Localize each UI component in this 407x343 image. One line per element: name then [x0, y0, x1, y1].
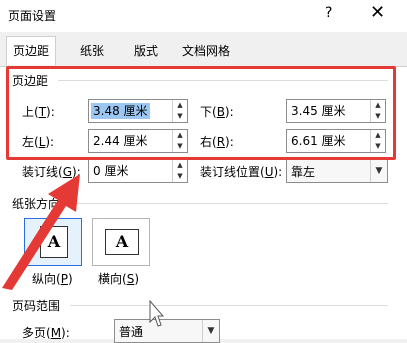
tab-margins[interactable]: 页边距: [6, 36, 57, 65]
right-margin-input[interactable]: 6.61 厘米 ▲ ▼: [286, 129, 386, 153]
tab-layout[interactable]: 版式: [128, 39, 164, 63]
landscape-page-icon: A: [105, 229, 139, 255]
down-arrow-icon[interactable]: ▼: [173, 141, 187, 152]
mouse-cursor-icon: [149, 300, 164, 327]
down-arrow-icon[interactable]: ▼: [173, 171, 187, 182]
left-margin-value: 2.44 厘米: [93, 134, 148, 148]
close-icon[interactable]: ✕: [370, 2, 385, 23]
multiple-pages-select[interactable]: 普通 ▼: [114, 319, 220, 343]
right-margin-label: 右(R):: [200, 135, 234, 149]
up-arrow-icon[interactable]: ▲: [173, 100, 187, 111]
top-margin-input[interactable]: 3.48 厘米 ▲ ▼: [88, 99, 188, 123]
down-arrow-icon[interactable]: ▼: [173, 111, 187, 122]
help-icon[interactable]: ?: [325, 5, 332, 21]
title-bar: 页面设置 ? ✕: [0, 0, 407, 32]
top-margin-label: 上(T):: [22, 105, 55, 119]
section-divider: [58, 80, 388, 81]
up-arrow-icon[interactable]: ▲: [371, 100, 385, 111]
up-arrow-icon[interactable]: ▲: [371, 130, 385, 141]
gutter-position-label: 装订线位置(U):: [200, 165, 283, 179]
chevron-down-icon[interactable]: ▼: [202, 320, 219, 342]
multiple-pages-value: 普通: [119, 325, 144, 339]
bottom-margin-value: 3.45 厘米: [291, 104, 346, 118]
gutter-input[interactable]: 0 厘米 ▲ ▼: [88, 159, 188, 183]
tab-document-grid[interactable]: 文档网格: [176, 39, 236, 63]
pages-section-title: 页码范围: [12, 299, 61, 313]
tab-strip: 页边距 纸张 版式 文档网格: [0, 36, 407, 66]
up-arrow-icon[interactable]: ▲: [173, 130, 187, 141]
chevron-down-icon[interactable]: ▼: [370, 160, 387, 182]
left-margin-label: 左(L):: [22, 135, 55, 149]
landscape-label: 横向(S): [98, 272, 139, 286]
landscape-button[interactable]: A: [92, 218, 150, 266]
down-arrow-icon[interactable]: ▼: [371, 111, 385, 122]
right-margin-stepper[interactable]: ▲ ▼: [370, 130, 385, 152]
gutter-position-value: 靠左: [291, 165, 316, 179]
bottom-margin-label: 下(B):: [200, 105, 234, 119]
left-margin-input[interactable]: 2.44 厘米 ▲ ▼: [88, 129, 188, 153]
bottom-margin-stepper[interactable]: ▲ ▼: [370, 100, 385, 122]
top-margin-value: 3.48 厘米: [91, 103, 150, 119]
gutter-position-select[interactable]: 靠左 ▼: [286, 159, 388, 183]
window-title: 页面设置: [8, 9, 57, 23]
gutter-stepper[interactable]: ▲ ▼: [172, 160, 187, 182]
up-arrow-icon[interactable]: ▲: [173, 160, 187, 171]
top-margin-stepper[interactable]: ▲ ▼: [172, 100, 187, 122]
section-divider: [70, 305, 388, 306]
section-divider: [70, 203, 388, 204]
margins-section-title: 页边距: [12, 74, 49, 88]
down-arrow-icon[interactable]: ▼: [371, 141, 385, 152]
right-margin-value: 6.61 厘米: [291, 134, 346, 148]
multiple-pages-label: 多页(M):: [22, 326, 70, 340]
left-margin-stepper[interactable]: ▲ ▼: [172, 130, 187, 152]
tab-paper[interactable]: 纸张: [74, 39, 110, 63]
gutter-value: 0 厘米: [93, 164, 129, 178]
annotation-arrow-icon: [2, 174, 80, 290]
bottom-margin-input[interactable]: 3.45 厘米 ▲ ▼: [286, 99, 386, 123]
